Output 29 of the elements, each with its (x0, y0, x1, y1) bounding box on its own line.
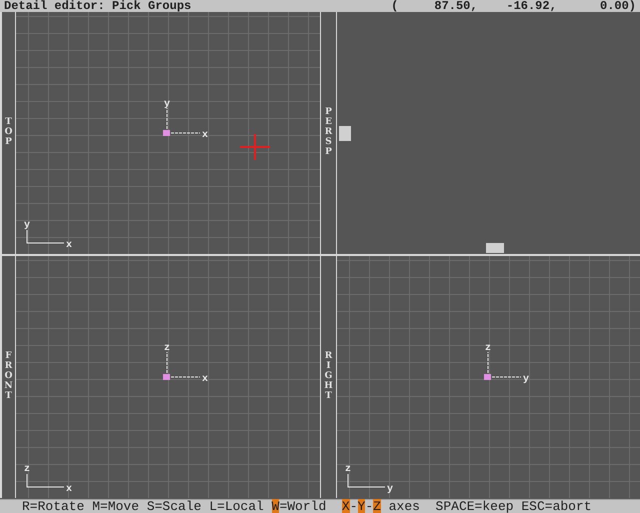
axis-label: y (523, 374, 530, 385)
axis-label: y (24, 220, 30, 231)
viewport-label[interactable]: FRONT (4, 352, 13, 402)
viewport-canvas[interactable]: z y z y (337, 256, 640, 498)
viewport-canvas[interactable]: y x y x (16, 12, 321, 254)
axis-label: z (485, 343, 491, 354)
axis-gizmo-drawing (484, 352, 522, 380)
axis-gizmo-drawing (163, 108, 200, 136)
corner-axes-drawing (26, 230, 64, 244)
object-block (486, 243, 504, 253)
axis-label: z (164, 343, 170, 354)
window-title: Detail editor: Pick Groups (4, 0, 192, 12)
corner-axes-drawing (348, 474, 386, 488)
viewport-label[interactable]: TOP (4, 118, 13, 148)
axis-label: y (387, 484, 394, 495)
axis-label: x (202, 374, 208, 385)
object-block (339, 126, 351, 141)
axis-label: x (66, 484, 72, 495)
axis-label: z (24, 464, 30, 475)
viewport-label[interactable]: PERSP (324, 108, 333, 158)
viewport-canvas[interactable]: z x z x (16, 256, 321, 498)
viewport-label[interactable]: RIGHT (324, 352, 333, 402)
axis-label: x (66, 240, 72, 251)
corner-axes-drawing (26, 474, 64, 488)
axis-label: z (345, 464, 351, 475)
axis-label: y (164, 99, 170, 110)
axis-label: x (202, 130, 208, 141)
cursor-coordinates: ( 87.50, -16.92, 0.00) (391, 0, 636, 12)
axis-gizmo-drawing (163, 352, 200, 380)
